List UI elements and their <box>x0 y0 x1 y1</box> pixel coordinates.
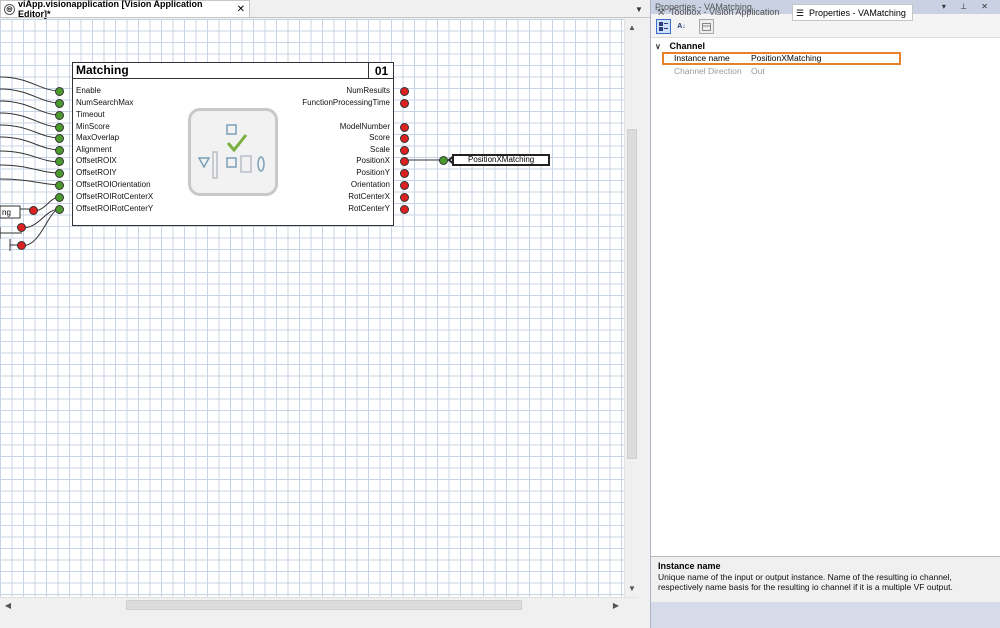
input-label: OffsetROIRotCenterX <box>76 192 154 201</box>
toolbox-icon: ⚒ <box>657 7 666 17</box>
output-port[interactable] <box>400 169 409 178</box>
horizontal-scroll-thumb[interactable] <box>126 600 522 610</box>
category-channel[interactable]: ∨ Channel <box>655 40 997 52</box>
block-id: 01 <box>368 62 394 79</box>
output-port[interactable] <box>400 205 409 214</box>
input-label: OffsetROIRotCenterY <box>76 204 154 213</box>
input-port[interactable] <box>55 111 64 120</box>
input-label: MinScore <box>76 122 110 131</box>
alphabetical-sort-icon[interactable]: A↓ <box>674 19 689 34</box>
scroll-right-icon[interactable]: ▶ <box>610 599 622 611</box>
bottom-tab-strip <box>651 602 1000 628</box>
input-port[interactable] <box>55 123 64 132</box>
output-label: PositionX <box>356 156 390 165</box>
tab-label: Properties - VAMatching <box>809 8 906 18</box>
horizontal-scrollbar[interactable]: ◀ ▶ <box>0 597 638 611</box>
output-label: Scale <box>369 145 390 154</box>
scroll-up-icon[interactable]: ▲ <box>626 21 638 33</box>
title-buttons[interactable]: ▾ ⊥ ✕ <box>942 0 994 14</box>
input-label: Alignment <box>76 145 112 154</box>
tab-properties[interactable]: ☰ Properties - VAMatching <box>792 4 913 21</box>
output-label: FunctionProcessingTime <box>302 98 390 107</box>
output-label: RotCenterY <box>348 204 390 213</box>
property-name: Channel Direction <box>674 66 742 76</box>
categorized-icon[interactable] <box>656 19 671 34</box>
input-port[interactable] <box>55 181 64 190</box>
input-port[interactable] <box>55 87 64 96</box>
input-label: Timeout <box>76 110 105 119</box>
description-text: Unique name of the input or output insta… <box>658 572 953 592</box>
output-port[interactable] <box>400 87 409 96</box>
input-label: MaxOverlap <box>76 133 120 142</box>
output-label: ModelNumber <box>339 122 390 131</box>
property-grid <box>651 38 1000 556</box>
output-port[interactable] <box>400 99 409 108</box>
property-pages-icon[interactable] <box>699 19 714 34</box>
tab-toolbox[interactable]: ⚒ Toolbox - Vision Application <box>654 4 785 21</box>
block-title: Matching <box>76 63 129 77</box>
input-label: OffsetROIY <box>76 168 117 177</box>
left-stub-label: ng <box>2 208 11 217</box>
category-label: Channel <box>669 41 706 51</box>
output-port[interactable] <box>400 134 409 143</box>
output-port[interactable] <box>400 181 409 190</box>
matching-function-icon <box>188 108 278 196</box>
editor-tab[interactable]: ◎ viApp.visionapplication [Vision Applic… <box>0 0 250 19</box>
output-label: Orientation <box>350 180 390 189</box>
input-port[interactable] <box>55 205 64 214</box>
output-label: PositionY <box>356 168 390 177</box>
output-port[interactable] <box>400 146 409 155</box>
input-port[interactable] <box>55 169 64 178</box>
input-label: OffsetROIOrientation <box>76 180 151 189</box>
output-label: NumResults <box>346 86 390 95</box>
vertical-scroll-thumb[interactable] <box>627 129 637 459</box>
tab-label: Toolbox - Vision Application <box>670 7 780 17</box>
scroll-left-icon[interactable]: ◀ <box>2 599 14 611</box>
scroll-down-icon[interactable]: ▼ <box>626 582 638 594</box>
description-pane: Instance name Unique name of the input o… <box>651 556 1000 602</box>
editor-statusbar <box>0 611 650 628</box>
input-port[interactable] <box>55 134 64 143</box>
vertical-scrollbar[interactable]: ▲ ▼ <box>624 19 638 597</box>
output-label: RotCenterX <box>348 192 390 201</box>
output-port[interactable] <box>400 123 409 132</box>
output-label: Score <box>369 133 390 142</box>
output-port[interactable] <box>400 193 409 202</box>
property-value: Out <box>751 66 765 76</box>
input-label: OffsetROIX <box>76 156 117 165</box>
input-label: Enable <box>76 86 101 95</box>
input-port[interactable] <box>55 193 64 202</box>
stub-output-port[interactable] <box>17 223 26 232</box>
input-port[interactable] <box>55 157 64 166</box>
stub-output-port[interactable] <box>17 241 26 250</box>
editor-divider <box>0 17 650 18</box>
close-icon[interactable]: ✕ <box>237 4 245 15</box>
input-label: NumSearchMax <box>76 98 134 107</box>
input-port[interactable] <box>55 146 64 155</box>
description-title: Instance name <box>658 561 721 571</box>
tab-menu-icon[interactable]: ▼ <box>632 2 646 16</box>
stub-output-port[interactable] <box>29 206 38 215</box>
input-port[interactable] <box>55 99 64 108</box>
property-name: Instance name <box>674 53 730 63</box>
vision-app-icon: ◎ <box>4 3 15 15</box>
property-value[interactable]: PositionXMatching <box>751 53 821 64</box>
properties-icon: ☰ <box>796 8 805 18</box>
output-port[interactable] <box>400 157 409 166</box>
io-channel-tag[interactable]: PositionXMatching <box>452 154 550 166</box>
